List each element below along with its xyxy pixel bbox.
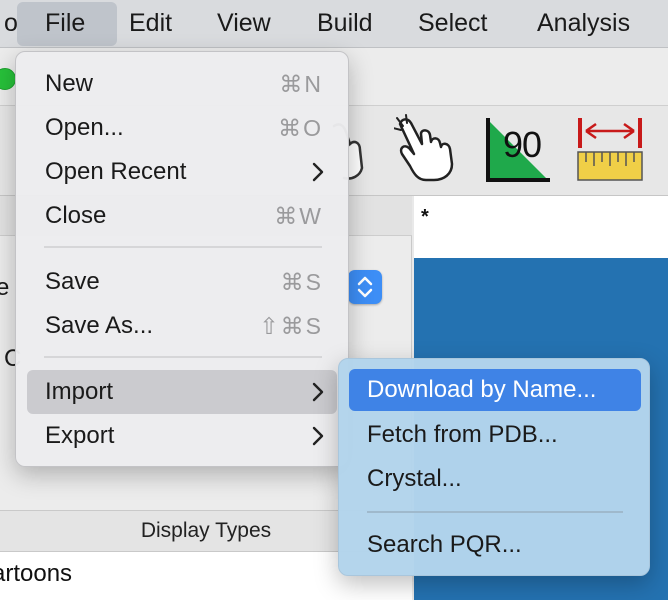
import-submenu: Download by Name... Fetch from PDB... Cr…	[338, 358, 650, 576]
submenu-item-label: Search PQR...	[367, 531, 522, 558]
menu-item-close[interactable]: Close ⌘W	[27, 194, 337, 238]
chevron-right-icon	[312, 382, 324, 402]
submenu-item-label: Crystal...	[367, 465, 462, 492]
select-hand-icon[interactable]	[394, 114, 460, 182]
menu-separator	[44, 246, 322, 248]
submenu-item-fetch-from-pdb[interactable]: Fetch from PDB...	[349, 414, 641, 456]
menu-item-open[interactable]: Open... ⌘O	[27, 106, 337, 150]
menu-item-import[interactable]: Import	[27, 370, 337, 414]
side-panel-label: e	[0, 274, 10, 301]
menu-build[interactable]: Build	[303, 0, 387, 48]
chevron-right-icon	[312, 162, 324, 182]
viewer-tab-marker: *	[421, 206, 429, 228]
menu-view[interactable]: View	[203, 0, 285, 48]
chevron-right-icon	[312, 426, 324, 446]
angle-value-label: 90	[503, 124, 542, 165]
submenu-item-label: Fetch from PDB...	[367, 421, 558, 448]
chevron-up-down-icon	[357, 276, 373, 298]
menu-item-shortcut: ⌘N	[279, 71, 323, 97]
file-menu-dropdown: New ⌘N Open... ⌘O Open Recent Close ⌘W S…	[15, 51, 349, 467]
menu-item-label: Import	[45, 378, 114, 405]
menu-item-export[interactable]: Export	[27, 414, 337, 458]
submenu-item-crystal[interactable]: Crystal...	[349, 458, 641, 500]
menu-item-shortcut: ⌘O	[278, 115, 323, 141]
menu-item-label: Export	[45, 422, 115, 449]
popup-stepper-button[interactable]	[348, 270, 382, 304]
menu-item-shortcut: ⌘S	[280, 269, 323, 295]
menu-item-label: New	[45, 70, 94, 97]
menu-item-shortcut: ⌘W	[274, 203, 323, 229]
menu-separator	[44, 356, 322, 358]
submenu-item-label: Download by Name...	[367, 376, 597, 403]
menu-item-new[interactable]: New ⌘N	[27, 62, 337, 106]
menu-item-label: Close	[45, 202, 107, 229]
menu-item-save-as[interactable]: Save As... ⇧⌘S	[27, 304, 337, 348]
menu-bar: o File Edit View Build Select Analysis	[0, 0, 668, 48]
menu-item-label: Open...	[45, 114, 124, 141]
menu-item-open-recent[interactable]: Open Recent	[27, 150, 337, 194]
menu-file[interactable]: File	[17, 2, 117, 46]
submenu-item-download-by-name[interactable]: Download by Name...	[349, 369, 641, 411]
menu-item-shortcut: ⇧⌘S	[259, 313, 323, 339]
menu-item-save[interactable]: Save ⌘S	[27, 260, 337, 304]
menu-select[interactable]: Select	[404, 0, 501, 48]
viewer-tab-bar	[414, 196, 668, 258]
menu-item-label: Save As...	[45, 312, 154, 339]
menu-separator	[367, 511, 623, 513]
submenu-item-search-pqr[interactable]: Search PQR...	[349, 524, 641, 566]
menu-analysis[interactable]: Analysis	[523, 0, 644, 48]
distance-ruler-icon[interactable]	[576, 116, 644, 184]
menu-edit[interactable]: Edit	[115, 0, 186, 48]
menu-item-label: Open Recent	[45, 158, 187, 185]
menu-item-label: Save	[45, 268, 100, 295]
